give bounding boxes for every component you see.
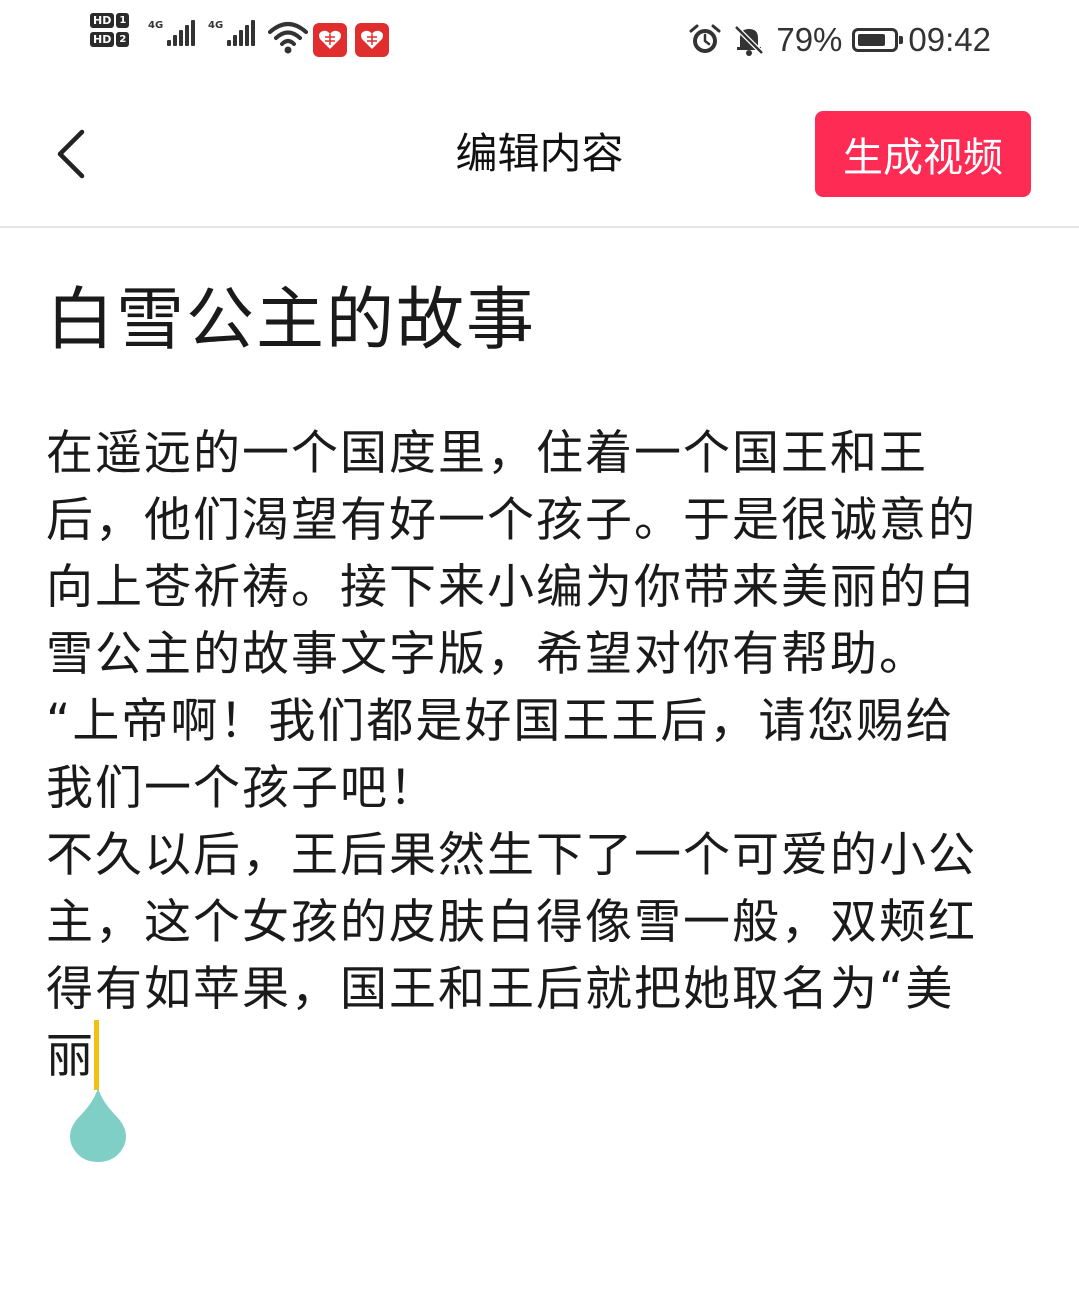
header-bar: 编辑内容 生成视频 (0, 80, 1079, 228)
mute-bell-icon (734, 25, 765, 56)
text-line: 得有如苹果，国王和王后就把她取名为“美 (46, 962, 955, 1017)
signal-2-icon: 4G (208, 20, 256, 46)
battery-percent: 79% (776, 21, 843, 58)
battery-icon (852, 28, 904, 52)
text-cursor (94, 1020, 99, 1090)
signal-1-icon: 4G (148, 20, 196, 46)
battery-fill (858, 34, 886, 46)
sim2-number: 2 (116, 32, 130, 47)
text-line: 不久以后，王后果然生下了一个可爱的小公 (46, 828, 977, 883)
document-body-editor[interactable]: 在遥远的一个国度里，住着一个国王和王 后，他们渴望有好一个孩子。于是很诚意的 向… (46, 420, 1021, 1090)
text-line: 在遥远的一个国度里，住着一个国王和王 (46, 426, 928, 481)
cursor-handle-icon[interactable] (66, 1088, 130, 1162)
text-line: 主，这个女孩的皮肤白得像雪一般，双颊红 (46, 895, 977, 950)
app-notification-icon (313, 23, 347, 57)
app-notification-icon (355, 23, 389, 57)
text-line: “上帝啊！我们都是好国王王后，请您赐给 (46, 694, 955, 749)
sim-indicators: HD 1 HD 2 (90, 13, 130, 47)
sim1-badge: HD 1 (90, 13, 130, 28)
sim1-hd-label: HD (90, 13, 115, 28)
sim2-hd-label: HD (90, 32, 115, 47)
status-bar: HD 1 HD 2 4G 4G 79% 09:42 (0, 0, 1079, 80)
text-line: 丽 (46, 1029, 95, 1084)
wifi-icon (268, 22, 308, 54)
alarm-icon (689, 24, 721, 53)
document-title[interactable]: 白雪公主的故事 (46, 278, 536, 364)
sim1-number: 1 (116, 13, 130, 28)
generate-video-button[interactable]: 生成视频 (815, 111, 1031, 197)
text-line: 雪公主的故事文字版，希望对你有帮助。 (46, 627, 928, 682)
network-2-label: 4G (208, 20, 224, 31)
network-1-label: 4G (148, 20, 164, 31)
status-right-group: 79% 09:42 (688, 18, 991, 62)
sim2-badge: HD 2 (90, 32, 130, 47)
text-line: 向上苍祈祷。接下来小编为你带来美丽的白 (46, 560, 977, 615)
clock: 09:42 (908, 21, 991, 58)
text-line: 我们一个孩子吧！ (46, 761, 438, 816)
text-line: 后，他们渴望有好一个孩子。于是很诚意的 (46, 493, 977, 548)
